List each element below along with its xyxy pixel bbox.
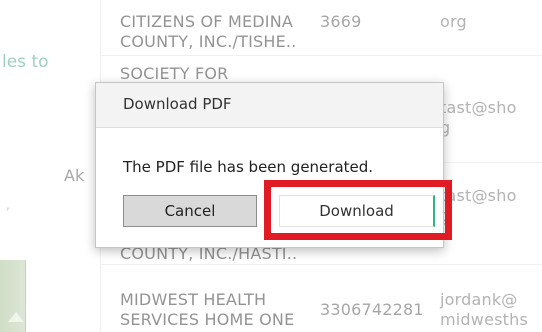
dialog-title: Download PDF — [123, 95, 232, 113]
dialog-message: The PDF file has been generated. — [123, 158, 374, 176]
dialog-header: Download PDF — [96, 83, 443, 128]
cancel-button[interactable]: Cancel — [123, 195, 257, 227]
highlight-box — [264, 180, 452, 240]
